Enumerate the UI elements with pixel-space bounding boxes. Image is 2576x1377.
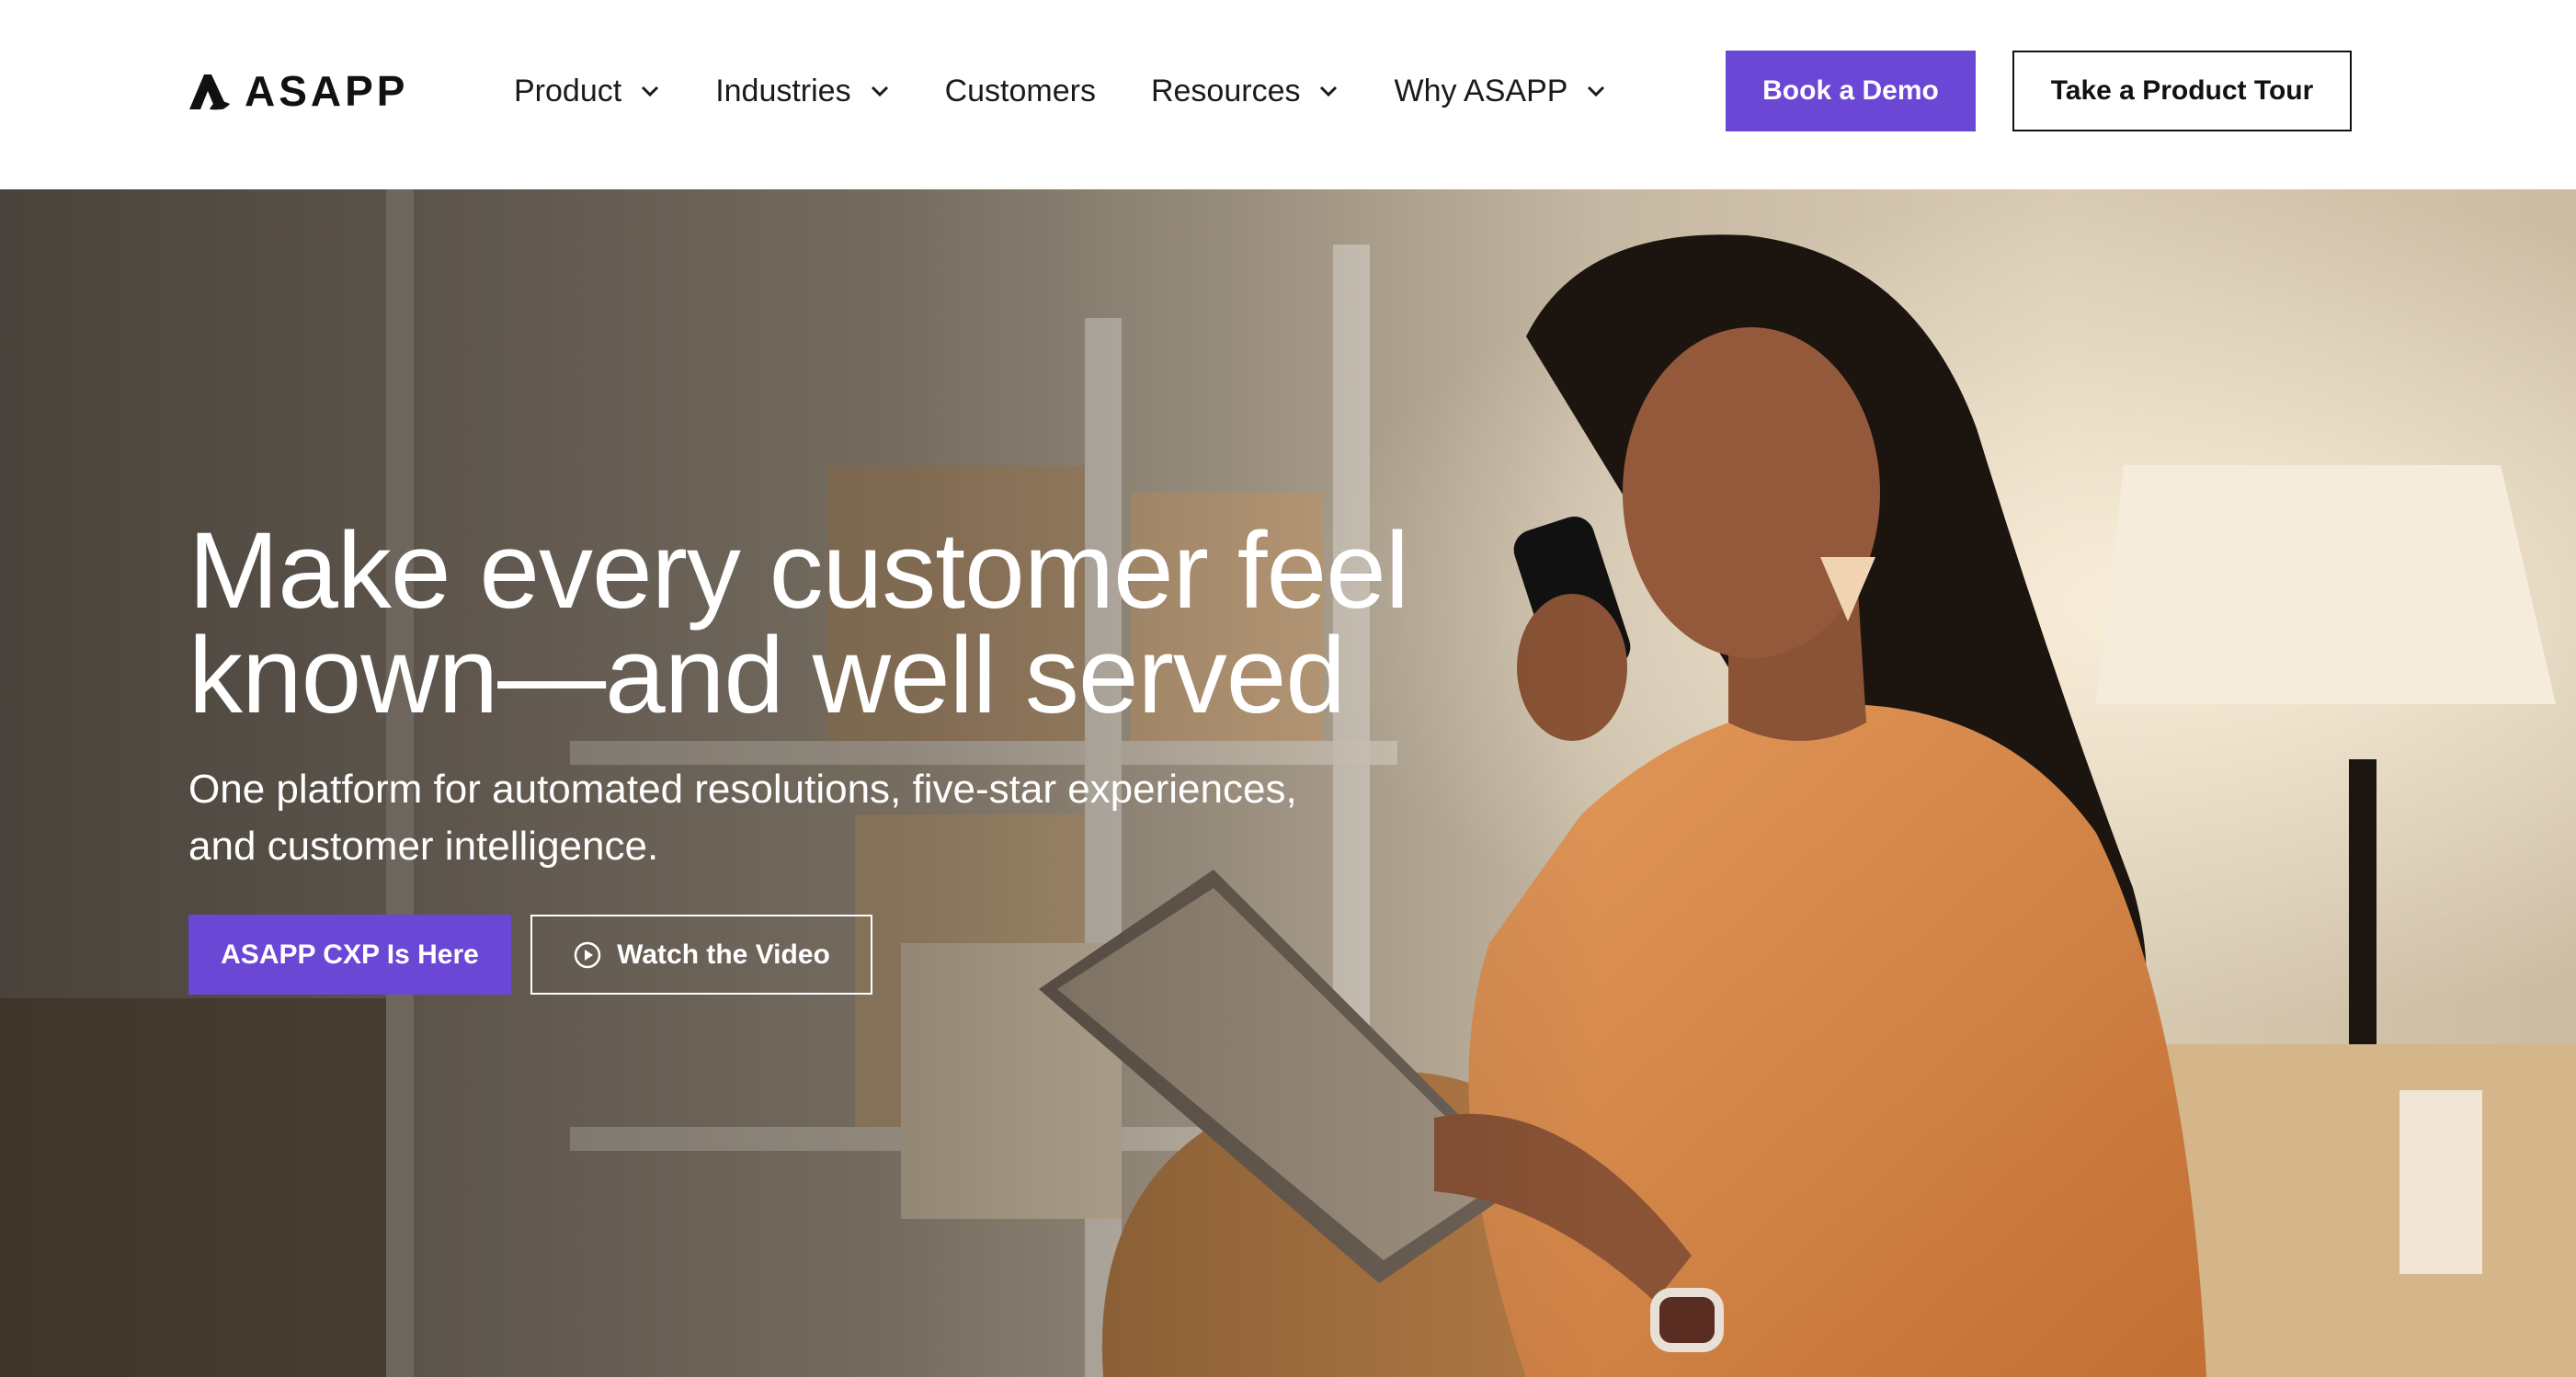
- hero-subheading-line: One platform for automated resolutions, …: [188, 767, 1297, 812]
- nav-item-label: Why ASAPP: [1394, 73, 1568, 108]
- product-tour-button[interactable]: Take a Product Tour: [2012, 51, 2352, 131]
- watch-video-label: Watch the Video: [617, 939, 830, 970]
- play-circle-icon: [574, 941, 601, 968]
- cxp-cta-button[interactable]: ASAPP CXP Is Here: [188, 915, 511, 995]
- book-demo-button[interactable]: Book a Demo: [1726, 51, 1976, 131]
- hero-section: Make every customer feel known—and well …: [0, 189, 2576, 1377]
- hero-subheading-line: and customer intelligence.: [188, 824, 659, 869]
- main-nav: Product Industries Customers Resources W…: [514, 68, 1606, 114]
- brand-name: ASAPP: [245, 67, 409, 115]
- chevron-down-icon: [1320, 85, 1338, 97]
- nav-item-label: Resources: [1150, 73, 1301, 108]
- nav-item-label: Industries: [715, 73, 851, 108]
- nav-item-label: Customers: [944, 73, 1096, 108]
- nav-item-why-asapp[interactable]: Why ASAPP: [1394, 68, 1606, 114]
- asapp-logo-icon: [189, 74, 230, 110]
- site-header: ASAPP Product Industries Customers Resou…: [0, 0, 2576, 189]
- hero-heading-line: known—and well served: [188, 615, 1346, 736]
- chevron-down-icon: [642, 85, 659, 97]
- hero-heading-line: Make every customer feel: [188, 510, 1409, 632]
- nav-item-customers[interactable]: Customers: [945, 68, 1096, 114]
- watch-video-button[interactable]: Watch the Video: [530, 915, 872, 995]
- nav-item-resources[interactable]: Resources: [1151, 68, 1339, 114]
- hero-heading: Make every customer feel known—and well …: [188, 510, 1409, 736]
- hero-subheading: One platform for automated resolutions, …: [188, 761, 1384, 875]
- chevron-down-icon: [871, 85, 888, 97]
- brand-logo[interactable]: ASAPP: [188, 68, 408, 114]
- nav-item-label: Product: [514, 73, 622, 108]
- chevron-down-icon: [1588, 85, 1605, 97]
- nav-item-product[interactable]: Product: [514, 68, 660, 114]
- nav-item-industries[interactable]: Industries: [715, 68, 889, 114]
